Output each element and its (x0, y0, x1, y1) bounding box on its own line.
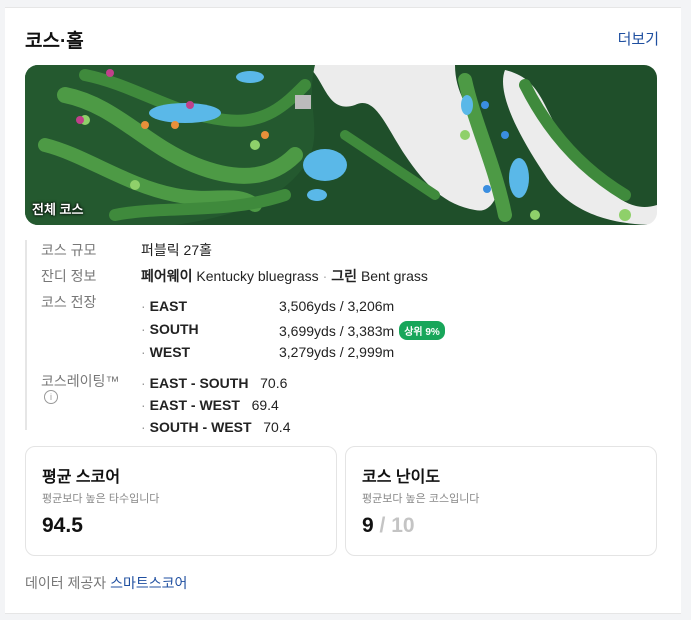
difficulty-value: 9 (362, 514, 374, 537)
course-length-label: 코스 전장 (41, 294, 97, 310)
average-score-value: 94.5 (42, 514, 83, 537)
course-hole-card: 코스·홀 더보기 전체 코스 코스 규모 퍼블릭 27홀 잔디 정보 페어웨이 … (5, 7, 681, 614)
rating-value: 69.4 (251, 397, 279, 413)
bullet: · (141, 419, 146, 435)
bullet: · (141, 298, 146, 314)
length-course: EAST (149, 298, 188, 314)
average-score-title: 평균 스코어 (42, 469, 121, 486)
rating-combo: EAST - SOUTH (149, 375, 249, 391)
length-course: WEST (149, 344, 191, 360)
grass-label: 잔디 정보 (41, 268, 97, 284)
data-provider: 데이터 제공자 스마트스코어 (25, 573, 187, 593)
course-map-illustration (25, 65, 657, 225)
length-value: 3,279yds / 2,999m (279, 344, 395, 360)
bullet: · (141, 321, 146, 337)
bullet: · (141, 344, 146, 360)
grass-value: 페어웨이 Kentucky bluegrass · 그린 Bent grass (141, 266, 428, 286)
green-grass: Bent grass (360, 268, 428, 284)
length-course: SOUTH (149, 321, 199, 337)
difficulty-title: 코스 난이도 (362, 469, 441, 486)
data-provider-label: 데이터 제공자 (25, 575, 107, 591)
rating-combo: EAST - WEST (149, 397, 240, 413)
section-title: 코스·홀 (25, 31, 84, 52)
fairway-type: 페어웨이 (141, 268, 193, 284)
length-value: 3,699yds / 3,383m (279, 323, 395, 339)
average-score-subtitle: 평균보다 높은 타수입니다 (42, 493, 160, 505)
fairway-grass: Kentucky bluegrass (196, 268, 319, 284)
average-score-box: 평균 스코어 평균보다 높은 타수입니다 94.5 (25, 446, 337, 556)
rating-value: 70.6 (260, 375, 288, 391)
difficulty-box: 코스 난이도 평균보다 높은 코스입니다 9 / 10 (345, 446, 657, 556)
course-rating-label: 코스레이팅™ (41, 373, 120, 389)
difficulty-value-wrap: 9 / 10 (362, 514, 415, 538)
bullet: · (141, 397, 146, 413)
separator-dot: · (322, 268, 328, 284)
course-scale-label: 코스 규모 (41, 242, 97, 258)
length-value: 3,506yds / 3,206m (279, 298, 395, 314)
course-scale-value: 퍼블릭 27홀 (141, 242, 212, 258)
course-info: 코스 규모 퍼블릭 27홀 잔디 정보 페어웨이 Kentucky bluegr… (25, 240, 667, 435)
course-map[interactable]: 전체 코스 (25, 65, 657, 225)
bullet: · (141, 375, 146, 391)
info-icon[interactable]: i (44, 390, 58, 404)
rank-badge: 상위 9% (399, 321, 445, 340)
rating-value: 70.4 (263, 419, 291, 435)
data-provider-link[interactable]: 스마트스코어 (110, 575, 187, 591)
map-label: 전체 코스 (32, 202, 84, 217)
green-type: 그린 (331, 268, 358, 284)
difficulty-subtitle: 평균보다 높은 코스입니다 (362, 493, 480, 505)
more-link[interactable]: 더보기 (618, 28, 659, 49)
rating-combo: SOUTH - WEST (149, 419, 252, 435)
card-header: 코스·홀 더보기 (25, 26, 659, 52)
difficulty-total: / 10 (379, 514, 415, 537)
